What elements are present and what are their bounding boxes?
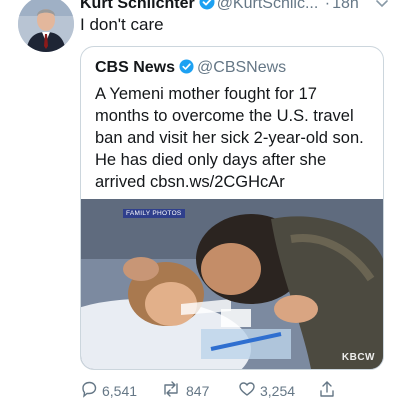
quoted-text: A Yemeni mother fought for 17 months to …	[95, 83, 375, 193]
author-handle[interactable]: @KurtSchlic...	[217, 0, 319, 12]
quoted-text-line: A Yemeni mother fought for 17	[95, 85, 317, 103]
timestamp[interactable]: 18h	[332, 0, 359, 12]
verified-badge-icon	[199, 0, 215, 15]
reply-button[interactable]: 6,541	[80, 380, 137, 401]
quoted-text-line: He has died only days after she	[95, 151, 327, 169]
like-count: 3,254	[260, 382, 296, 399]
retweet-icon	[160, 380, 186, 401]
tweet-actions: 6,541 847 3,254	[80, 380, 380, 400]
kbcw-watermark: KBCW	[341, 352, 375, 363]
quoted-photo[interactable]: FAMILY PHOTOS KBCW	[81, 199, 383, 369]
quoted-author-name: CBS News	[95, 59, 176, 76]
quoted-header: CBS News @CBSNews	[95, 59, 286, 79]
quoted-text-line: months to overcome the U.S. travel	[95, 107, 354, 125]
like-button[interactable]: 3,254	[238, 380, 295, 401]
quoted-author-handle: @CBSNews	[197, 59, 287, 76]
share-button[interactable]	[318, 380, 340, 401]
separator-dot: ·	[324, 0, 331, 12]
quoted-tweet[interactable]: CBS News @CBSNews A Yemeni mother fought …	[80, 46, 384, 370]
avatar[interactable]	[18, 0, 74, 52]
family-photos-tag: FAMILY PHOTOS	[123, 209, 185, 218]
author-name[interactable]: Kurt Schlichter	[80, 0, 195, 12]
like-icon	[238, 380, 260, 401]
tweet-text: I don't care	[80, 15, 164, 34]
reply-count: 6,541	[102, 382, 138, 399]
verified-badge-icon	[179, 59, 194, 79]
retweet-button[interactable]: 847	[160, 380, 209, 401]
share-icon	[318, 380, 340, 401]
chevron-down-icon[interactable]	[375, 0, 389, 14]
quoted-text-line: arrived cbsn.ws/2CGHcAr	[95, 173, 285, 191]
quoted-text-line: ban and visit her sick 2-year-old son.	[95, 129, 364, 147]
retweet-count: 847	[186, 382, 210, 399]
reply-icon	[80, 380, 102, 401]
